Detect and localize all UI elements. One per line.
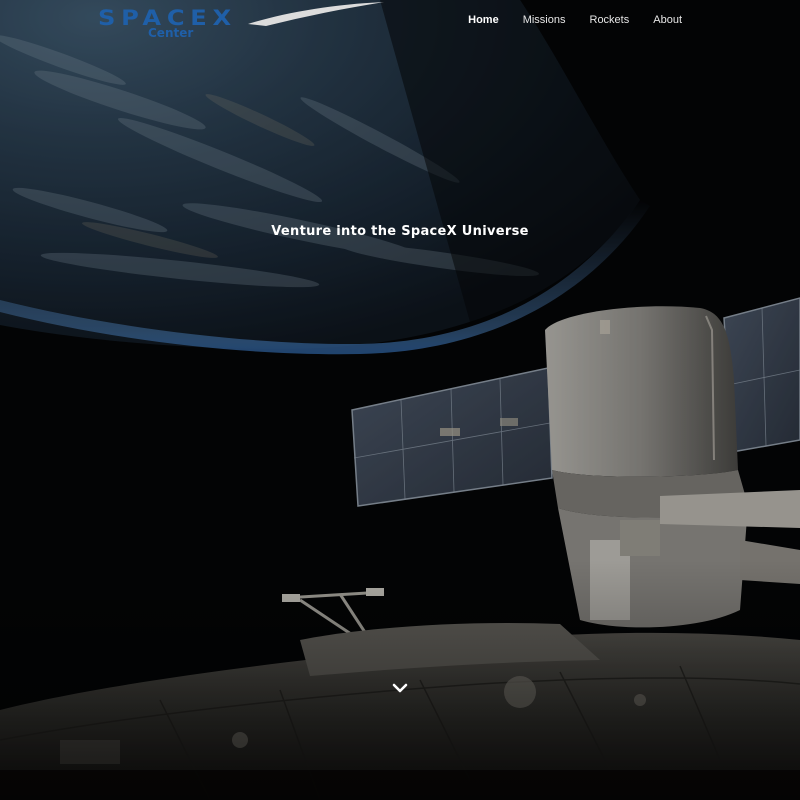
nav-link-about[interactable]: About xyxy=(643,14,692,26)
brand-subtitle: Center xyxy=(148,26,194,40)
hero-headline: Venture into the SpaceX Universe xyxy=(271,224,529,239)
nav-menu: Home Missions Rockets About xyxy=(454,14,692,26)
hero-section: SPACEX Center Home Missions Rockets Abou… xyxy=(0,0,800,800)
navbar: SPACEX Center Home Missions Rockets Abou… xyxy=(0,0,800,48)
brand-logo[interactable]: SPACEX Center xyxy=(96,2,384,44)
nav-link-home[interactable]: Home xyxy=(458,14,509,26)
nav-link-rockets[interactable]: Rockets xyxy=(580,14,640,26)
logo-swoosh-icon xyxy=(248,2,384,26)
nav-link-missions[interactable]: Missions xyxy=(513,14,576,26)
chevron-down-icon[interactable] xyxy=(388,676,412,700)
